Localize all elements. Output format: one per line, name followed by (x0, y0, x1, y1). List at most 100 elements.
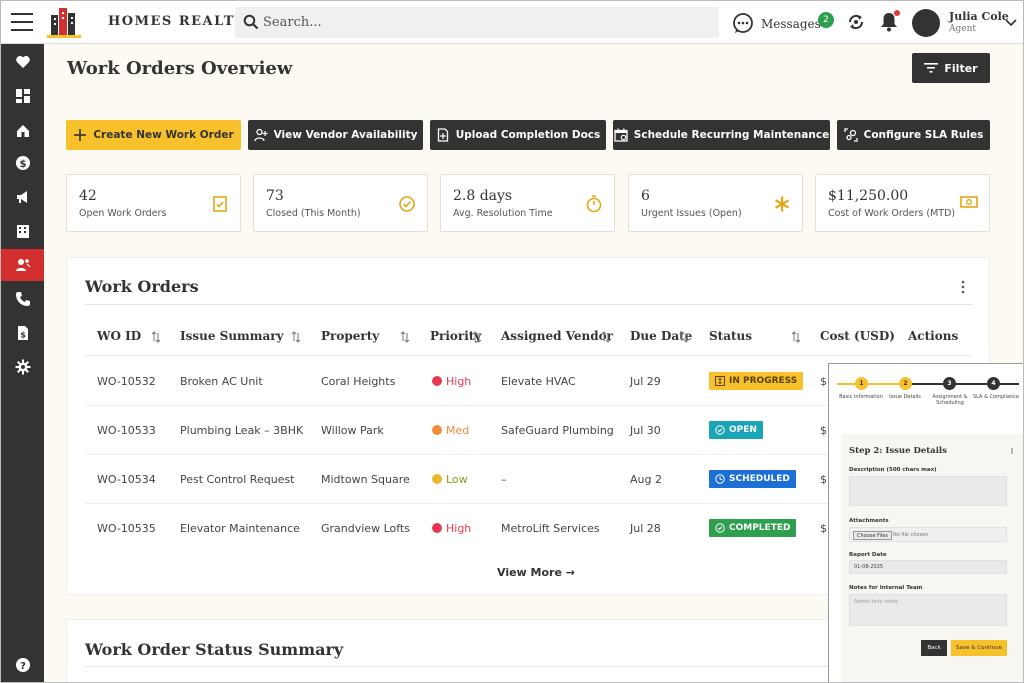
clipboard-check-icon (213, 196, 227, 212)
header-actions: Actions (908, 329, 959, 343)
chevron-down-icon[interactable] (1005, 17, 1017, 27)
configure-sla-rules-button[interactable]: Configure SLA Rules (837, 120, 990, 150)
upload-completion-docs-button[interactable]: Upload Completion Docs (430, 120, 606, 150)
view-vendor-availability-button[interactable]: View Vendor Availability (248, 120, 423, 150)
sidebar-item-calls[interactable] (1, 283, 44, 315)
step-4-label: SLA & Compliance (972, 394, 1019, 400)
sidebar-item-finance[interactable]: $ (1, 147, 44, 179)
cell-cost: $ (820, 375, 827, 388)
header-assigned-vendor[interactable]: Assigned Vendor (501, 329, 613, 343)
view-more-link[interactable]: View More → (497, 566, 575, 579)
stepper-remaining-line (905, 383, 1019, 385)
stat-value: 42 (79, 188, 97, 204)
sort-icon[interactable] (679, 331, 689, 343)
stat-label: Closed (This Month) (266, 208, 361, 219)
phone-icon (15, 292, 30, 306)
sidebar-item-marketing[interactable] (1, 181, 44, 213)
property-icon (16, 125, 29, 137)
sort-icon[interactable] (291, 331, 301, 343)
cell-due-date: Jul 28 (630, 522, 661, 535)
step-2-circle[interactable]: 2 (899, 377, 912, 390)
search-bar[interactable] (235, 7, 719, 38)
view-vendor-availability-label: View Vendor Availability (273, 129, 418, 141)
divider (85, 355, 973, 356)
cell-wo-id[interactable]: WO-10533 (97, 424, 156, 437)
cell-vendor: – (501, 473, 507, 486)
hamburger-menu-icon[interactable] (11, 13, 33, 31)
header-issue-summary[interactable]: Issue Summary (180, 329, 284, 343)
step-1-circle[interactable]: 1 (855, 377, 868, 390)
settings-sliders-icon (843, 128, 858, 142)
cell-priority: High (432, 522, 471, 535)
sidebar-item-settings[interactable] (1, 351, 44, 383)
sidebar-item-vendors[interactable] (1, 249, 44, 281)
brand-name: HOMES REALTY (108, 14, 246, 29)
sidebar-item-invoices[interactable]: $ (1, 317, 44, 349)
messages-icon[interactable] (732, 12, 754, 34)
cell-wo-id[interactable]: WO-10534 (97, 473, 156, 486)
user-plus-icon (253, 128, 268, 142)
messages-label[interactable]: Messages (761, 17, 821, 31)
stat-cost-mtd[interactable]: $11,250.00 Cost of Work Orders (MTD) (815, 174, 990, 232)
filter-button[interactable]: Filter (912, 53, 990, 83)
search-input[interactable] (263, 11, 703, 33)
sync-icon[interactable] (846, 12, 866, 32)
stat-avg-resolution-time[interactable]: 2.8 days Avg. Resolution Time (440, 174, 615, 232)
user-avatar[interactable] (912, 9, 940, 37)
cell-issue: Broken AC Unit (180, 375, 263, 388)
kebab-menu-icon[interactable] (961, 280, 965, 294)
sidebar-item-help[interactable]: ? (1, 649, 44, 681)
cell-wo-id[interactable]: WO-10535 (97, 522, 156, 535)
cell-cost: $ (820, 473, 827, 486)
dashboard-icon (15, 89, 30, 103)
header-wo-id[interactable]: WO ID (97, 329, 141, 343)
status-label: SCHEDULED (729, 474, 790, 484)
notes-textarea[interactable]: Admin-only notes (849, 594, 1007, 626)
sort-icon[interactable] (400, 331, 410, 343)
sort-icon[interactable] (151, 331, 161, 343)
stat-urgent-issues[interactable]: 6 Urgent Issues (Open) (628, 174, 803, 232)
hourglass-icon (715, 376, 725, 386)
user-name[interactable]: Julia Cole (949, 10, 1009, 23)
description-textarea[interactable] (849, 476, 1007, 506)
divider (85, 304, 973, 305)
step-4-circle[interactable]: 4 (987, 377, 1000, 390)
sort-icon[interactable] (601, 331, 611, 343)
step-3-circle[interactable]: 3 (943, 377, 956, 390)
description-label: Description (500 chars max) (849, 467, 937, 473)
sort-icon[interactable] (472, 331, 482, 343)
schedule-recurring-maintenance-label: Schedule Recurring Maintenance (633, 129, 830, 141)
attachments-label: Attachments (849, 518, 889, 524)
choose-files-button[interactable]: Choose Files (853, 531, 893, 540)
report-date-input[interactable]: 01-08-2025 (849, 560, 1007, 574)
save-continue-button[interactable]: Save & Continue (951, 640, 1007, 656)
attachments-input[interactable]: Choose Files No file chosen (849, 527, 1007, 542)
create-work-order-label: Create New Work Order (93, 129, 234, 141)
homes-realty-logo[interactable] (45, 5, 83, 39)
header-status[interactable]: Status (709, 329, 752, 343)
cell-wo-id[interactable]: WO-10532 (97, 375, 156, 388)
cell-cost: $ (820, 522, 827, 535)
sidebar-item-buildings[interactable] (1, 215, 44, 247)
filter-icon (924, 63, 939, 73)
status-label: COMPLETED (729, 523, 791, 533)
sidebar-item-dashboard[interactable] (1, 80, 44, 112)
sidebar-item-properties[interactable] (1, 114, 44, 146)
cell-issue: Pest Control Request (180, 473, 295, 486)
stat-value: 6 (641, 188, 650, 204)
sort-icon[interactable] (791, 331, 801, 343)
sidebar-item-favorites[interactable] (1, 46, 44, 78)
status-badge: COMPLETED (709, 519, 797, 537)
priority-label: High (446, 375, 472, 388)
header-property[interactable]: Property (321, 329, 379, 343)
create-work-order-button[interactable]: Create New Work Order (66, 120, 241, 150)
clock-icon (715, 474, 725, 484)
stat-open-work-orders[interactable]: 42 Open Work Orders (66, 174, 241, 232)
stat-value: 2.8 days (453, 188, 513, 204)
header-cost[interactable]: Cost (USD) (820, 329, 895, 343)
stat-closed-this-month[interactable]: 73 Closed (This Month) (253, 174, 428, 232)
dollar-icon: $ (15, 156, 30, 170)
back-button[interactable]: Back (921, 640, 947, 656)
schedule-recurring-maintenance-button[interactable]: Schedule Recurring Maintenance (613, 120, 830, 150)
kebab-menu-icon[interactable] (1011, 448, 1013, 454)
